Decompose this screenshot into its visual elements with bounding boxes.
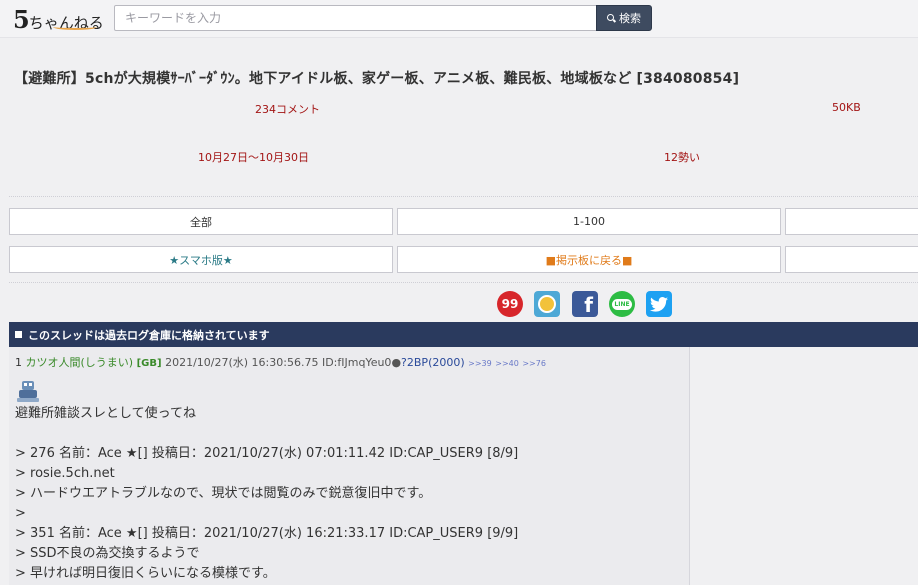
reply-link[interactable]: >>76 bbox=[522, 359, 546, 368]
thread-momentum: 12勢い bbox=[664, 151, 700, 164]
thread-period: 10月27日～10月30日 bbox=[198, 151, 309, 164]
divider bbox=[9, 196, 918, 197]
thread-size: 50KB bbox=[832, 101, 861, 114]
post-1: 1 カツオ人間(しうまい) [GB] 2021/10/27(水) 16:30:5… bbox=[9, 347, 690, 585]
post-number: 1 bbox=[15, 356, 22, 369]
reply-link[interactable]: >>40 bbox=[495, 359, 519, 368]
search-button[interactable]: 検索 bbox=[596, 5, 652, 31]
line-share-icon[interactable]: LINE bbox=[609, 291, 635, 317]
be-avatar-icon bbox=[17, 381, 39, 402]
post-header: 1 カツオ人間(しうまい) [GB] 2021/10/27(水) 16:30:5… bbox=[15, 354, 546, 370]
99-share-icon[interactable]: 99 bbox=[497, 291, 523, 317]
divider bbox=[9, 282, 918, 283]
post-body: 避難所雑談スレとして使ってね > 276 名前：Ace ★[] 投稿日：2021… bbox=[15, 406, 519, 581]
top-bar: 5ちゃんねる 検索 bbox=[0, 0, 918, 38]
reply-link[interactable]: >>39 bbox=[468, 359, 492, 368]
post-datetime: 2021/10/27(水) 16:30:56.75 ID:fIJmqYeu0 bbox=[165, 356, 392, 369]
thread-title: 【避難所】5chが大規模ｻｰﾊﾞｰﾀﾞｳﾝ。地下アイドル板、家ゲー板、アニメ板、… bbox=[14, 71, 740, 87]
site-logo[interactable]: 5ちゃんねる bbox=[13, 5, 104, 34]
logo-main: 5 bbox=[13, 5, 30, 34]
back-to-board-button[interactable]: ■掲示板に戻る■ bbox=[397, 246, 781, 273]
line-label: LINE bbox=[612, 298, 632, 310]
range-1-100-button[interactable]: 1-100 bbox=[397, 208, 781, 235]
extra-nav-button[interactable] bbox=[785, 246, 918, 273]
all-posts-button[interactable]: 全部 bbox=[9, 208, 393, 235]
logo-swoosh bbox=[53, 24, 97, 30]
hatena-share-icon[interactable] bbox=[534, 291, 560, 317]
search-icon bbox=[607, 13, 616, 23]
post-author: カツオ人間(しうまい) bbox=[25, 356, 134, 369]
facebook-share-icon[interactable]: f bbox=[572, 291, 598, 317]
archive-notice-bar: このスレッドは過去ログ倉庫に格納されています bbox=[9, 322, 918, 347]
comment-count: 234コメント bbox=[255, 103, 320, 116]
next-range-button[interactable] bbox=[785, 208, 918, 235]
search-button-label: 検索 bbox=[619, 12, 641, 25]
99-share-label: 99 bbox=[497, 291, 523, 317]
facebook-label: f bbox=[584, 293, 593, 317]
smartphone-version-button[interactable]: ★スマホ版★ bbox=[9, 246, 393, 273]
archive-notice-text: このスレッドは過去ログ倉庫に格納されています bbox=[28, 328, 270, 342]
twitter-bird-icon bbox=[650, 296, 668, 312]
post-tag: [GB] bbox=[136, 358, 162, 369]
be-points-link[interactable]: ?2BP(2000) bbox=[401, 356, 465, 369]
twitter-share-icon[interactable] bbox=[646, 291, 672, 317]
archive-marker-icon bbox=[15, 331, 22, 338]
be-bullet: ● bbox=[391, 356, 402, 369]
search-input[interactable] bbox=[114, 5, 597, 31]
